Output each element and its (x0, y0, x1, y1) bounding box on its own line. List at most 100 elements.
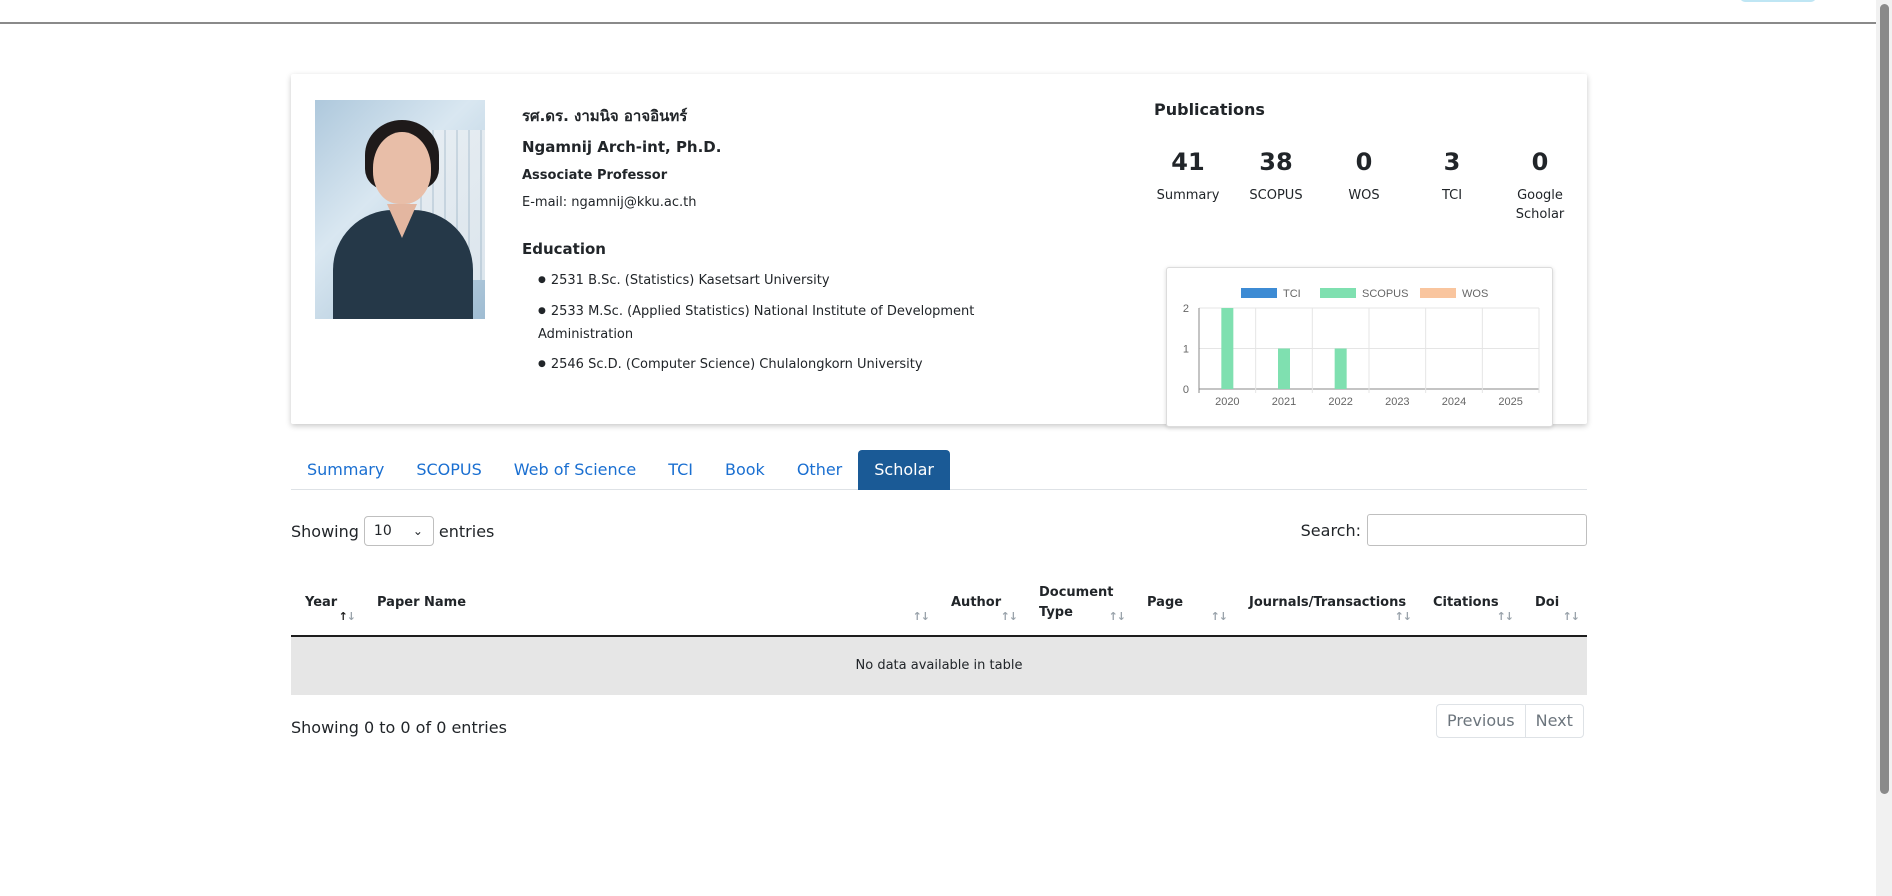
publication-stats: 41 Summary 38 SCOPUS 0 WOS 3 TCI 0 Googl… (1144, 148, 1584, 224)
table-info: Showing 0 to 0 of 0 entries (291, 718, 507, 737)
sort-icon: ↑↓ (1562, 610, 1580, 623)
sort-icon: ↑↓ (338, 610, 356, 623)
education-item: 2546 Sc.D. (Computer Science) Chulalongk… (538, 354, 1042, 377)
column-paper-name[interactable]: Paper Name ↑↓ (363, 570, 937, 635)
publication-tabs: Summary SCOPUS Web of Science TCI Book O… (291, 450, 1587, 490)
legend-label: WOS (1462, 288, 1488, 300)
tab-summary[interactable]: Summary (291, 450, 400, 490)
stat-summary: 41 Summary (1144, 148, 1232, 224)
column-label: Journals/Transactions (1249, 594, 1407, 610)
bar-scopus-2020 (1221, 308, 1234, 389)
page-scrollbar[interactable] (1876, 0, 1892, 896)
sort-icon: ↑↓ (1108, 610, 1126, 623)
column-author[interactable]: Author ↑↓ (937, 570, 1025, 635)
profile-card: รศ.ดร. งามนิจ อาจอินทร์ Ngamnij Arch-int… (291, 74, 1587, 427)
legend-swatch (1320, 288, 1356, 298)
page-size-value: 10 (373, 523, 392, 539)
y-tick-label: 2 (1183, 303, 1189, 315)
search-input[interactable] (1367, 514, 1587, 546)
column-label: Citations (1433, 594, 1499, 610)
tab-tci[interactable]: TCI (652, 450, 709, 490)
x-tick-label: 2025 (1498, 396, 1522, 408)
stat-label: SCOPUS (1249, 188, 1303, 203)
sort-icon: ↑↓ (1000, 610, 1018, 623)
navbar-button[interactable] (1740, 0, 1816, 2)
pagination: Previous Next (1436, 704, 1584, 738)
stat-wos: 0 WOS (1320, 148, 1408, 224)
academic-position: Associate Professor (522, 168, 668, 183)
legend-swatch (1420, 288, 1456, 298)
column-label: Paper Name (377, 594, 467, 610)
stat-scopus: 38 SCOPUS (1232, 148, 1320, 224)
legend-label: TCI (1283, 288, 1301, 300)
stat-label: Google Scholar (1515, 188, 1565, 222)
column-page[interactable]: Page ↑↓ (1133, 570, 1235, 635)
stat-value: 41 (1171, 148, 1205, 176)
page-length-control: Showing 10 ⌄ entries (291, 516, 494, 546)
column-label: Doi (1535, 594, 1560, 610)
tab-scopus[interactable]: SCOPUS (400, 450, 497, 490)
publications-title: Publications (1154, 100, 1265, 119)
column-label: Author (951, 594, 1002, 610)
education-list: 2531 B.Sc. (Statistics) Kasetsart Univer… (522, 270, 1042, 377)
name-english: Ngamnij Arch-int, Ph.D. (522, 138, 722, 156)
stat-tci: 3 TCI (1408, 148, 1496, 224)
x-tick-label: 2020 (1215, 396, 1239, 408)
column-label: Year (305, 594, 338, 610)
x-tick-label: 2021 (1272, 396, 1296, 408)
scrollbar-thumb[interactable] (1880, 4, 1889, 794)
legend-swatch (1241, 288, 1277, 298)
table-header: Year ↑↓ Paper Name ↑↓ Author ↑↓ Document… (291, 570, 1587, 637)
column-year[interactable]: Year ↑↓ (291, 570, 363, 635)
publications-chart: TCI SCOPUS WOS 0 1 2 2020 2021 2022 2023 2024 2025 (1166, 267, 1553, 427)
stat-label: Summary (1156, 188, 1220, 203)
page-size-select[interactable]: 10 ⌄ (363, 516, 434, 546)
profile-photo (315, 100, 485, 319)
top-navbar (0, 0, 1876, 24)
education-title: Education (522, 240, 606, 258)
stat-value: 0 (1355, 148, 1373, 176)
search-control: Search: (1301, 514, 1587, 546)
scholar-table: Year ↑↓ Paper Name ↑↓ Author ↑↓ Document… (291, 570, 1587, 695)
sort-icon: ↑↓ (1496, 610, 1514, 623)
y-tick-label: 1 (1183, 344, 1189, 356)
tab-web-of-science[interactable]: Web of Science (498, 450, 653, 490)
stat-value: 0 (1531, 148, 1549, 176)
stat-value: 3 (1443, 148, 1461, 176)
column-document-type[interactable]: Document Type ↑↓ (1025, 570, 1133, 635)
x-tick-label: 2022 (1328, 396, 1352, 408)
column-label: Page (1147, 594, 1184, 610)
column-citations[interactable]: Citations ↑↓ (1419, 570, 1521, 635)
stat-label: TCI (1441, 188, 1463, 203)
search-label: Search: (1300, 520, 1361, 540)
column-doi[interactable]: Doi ↑↓ (1521, 570, 1587, 635)
photo-face (373, 132, 431, 204)
stat-google-scholar: 0 Google Scholar (1496, 148, 1584, 224)
email: E-mail: ngamnij@kku.ac.th (522, 195, 697, 210)
name-thai: รศ.ดร. งามนิจ อาจอินทร์ (522, 107, 688, 125)
next-button[interactable]: Next (1524, 705, 1583, 737)
profile-info: รศ.ดร. งามนิจ อาจอินทร์ Ngamnij Arch-int… (522, 100, 1042, 385)
stat-label: WOS (1348, 188, 1380, 203)
y-tick-label: 0 (1183, 384, 1189, 396)
x-tick-label: 2024 (1442, 396, 1466, 408)
x-tick-label: 2023 (1385, 396, 1409, 408)
bar-scopus-2022 (1334, 348, 1347, 389)
sort-icon: ↑↓ (912, 610, 930, 623)
education-item: 2531 B.Sc. (Statistics) Kasetsart Univer… (538, 270, 1042, 293)
column-label: Document Type (1039, 584, 1114, 620)
chart-svg: TCI SCOPUS WOS 0 1 2 2020 2021 2022 2023 2024 2025 (1183, 288, 1540, 408)
stat-value: 38 (1259, 148, 1293, 176)
legend-label: SCOPUS (1362, 288, 1408, 300)
showing-label: Showing (291, 521, 359, 541)
column-journals[interactable]: Journals/Transactions ↑↓ (1235, 570, 1419, 635)
empty-table-row: No data available in table (291, 637, 1587, 695)
bar-scopus-2021 (1278, 348, 1290, 389)
education-item: 2533 M.Sc. (Applied Statistics) National… (538, 301, 1042, 346)
sort-icon: ↑↓ (1210, 610, 1228, 623)
sort-icon: ↑↓ (1394, 610, 1412, 623)
previous-button[interactable]: Previous (1437, 705, 1525, 737)
tab-book[interactable]: Book (709, 450, 781, 490)
tab-other[interactable]: Other (781, 450, 858, 490)
tab-scholar[interactable]: Scholar (858, 450, 950, 490)
